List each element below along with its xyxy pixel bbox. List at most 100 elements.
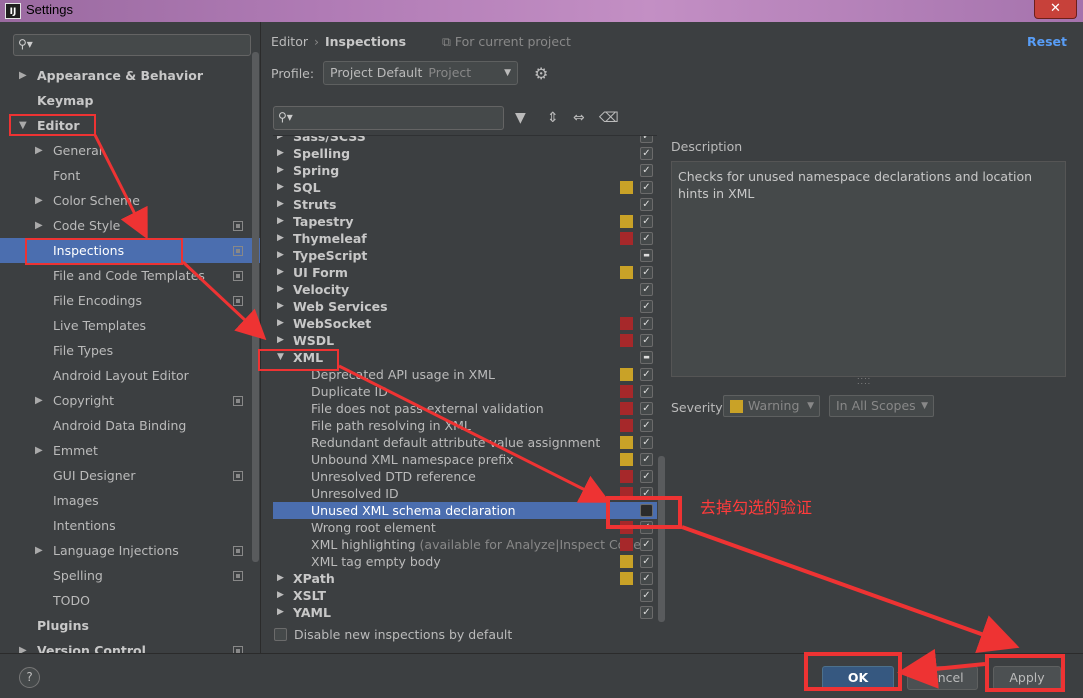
ok-button[interactable]: OK [822, 666, 894, 690]
chevron-right-icon[interactable]: ▶ [277, 332, 284, 349]
sidebar-item-editor[interactable]: ▼ Editor [0, 113, 260, 138]
sidebar-item-file-and-code-templates[interactable]: File and Code Templates [0, 263, 260, 288]
sidebar-item-general[interactable]: ▶ General [0, 138, 260, 163]
inspection-search-input[interactable]: ⚲▾ [273, 106, 504, 130]
inspection-group-row[interactable]: ▶ Struts ✓ [273, 196, 657, 213]
chevron-right-icon[interactable]: ▶ [277, 247, 284, 264]
inspection-group-row[interactable]: ▶ Tapestry ✓ [273, 213, 657, 230]
inspection-group-row[interactable]: ▶ SQL ✓ [273, 179, 657, 196]
inspection-checkbox[interactable]: ▬ [640, 249, 653, 262]
sidebar-item-live-templates[interactable]: Live Templates [0, 313, 260, 338]
inspection-group-row[interactable]: ▶ WebSocket ✓ [273, 315, 657, 332]
inspection-checkbox[interactable] [640, 504, 653, 517]
sidebar-item-keymap[interactable]: Keymap [0, 88, 260, 113]
sidebar-item-todo[interactable]: TODO [0, 588, 260, 613]
inspection-row[interactable]: Unresolved ID ✓ [273, 485, 657, 502]
inspection-checkbox[interactable]: ✓ [640, 402, 653, 415]
inspection-checkbox[interactable]: ✓ [640, 436, 653, 449]
inspection-group-row[interactable]: ▶ YAML ✓ [273, 604, 657, 621]
chevron-right-icon[interactable]: ▶ [277, 230, 284, 247]
inspection-group-row[interactable]: ▶ XPath ✓ [273, 570, 657, 587]
chevron-right-icon[interactable]: ▶ [277, 264, 284, 281]
inspection-checkbox[interactable]: ✓ [640, 136, 653, 143]
tree-scrollbar[interactable] [658, 456, 665, 622]
inspection-group-row[interactable]: ▶ Sass/SCSS ✓ [273, 136, 657, 145]
inspection-row[interactable]: Wrong root element ✓ [273, 519, 657, 536]
chevron-right-icon[interactable]: ▶ [277, 604, 284, 621]
sidebar-item-color-scheme[interactable]: ▶ Color Scheme [0, 188, 260, 213]
chevron-right-icon[interactable]: ▶ [277, 162, 284, 179]
inspection-row[interactable]: XML tag empty body ✓ [273, 553, 657, 570]
sidebar-search-input[interactable]: ⚲▾ [13, 34, 251, 56]
sidebar-item-android-layout-editor[interactable]: Android Layout Editor [0, 363, 260, 388]
chevron-right-icon[interactable]: ▶ [35, 188, 43, 213]
apply-button[interactable]: Apply [993, 666, 1061, 690]
inspection-checkbox[interactable]: ✓ [640, 453, 653, 466]
sidebar-item-gui-designer[interactable]: GUI Designer [0, 463, 260, 488]
chevron-right-icon[interactable]: ▶ [277, 136, 284, 145]
chevron-down-icon[interactable]: ▼ [19, 113, 27, 138]
inspection-checkbox[interactable]: ✓ [640, 606, 653, 619]
inspection-group-row[interactable]: ▶ UI Form ✓ [273, 264, 657, 281]
chevron-right-icon[interactable]: ▶ [19, 638, 27, 653]
chevron-right-icon[interactable]: ▶ [277, 315, 284, 332]
sidebar-scrollbar[interactable] [252, 52, 259, 562]
sidebar-item-copyright[interactable]: ▶ Copyright [0, 388, 260, 413]
breadcrumb-parent[interactable]: Editor [271, 34, 308, 49]
inspection-checkbox[interactable]: ✓ [640, 147, 653, 160]
sidebar-item-file-encodings[interactable]: File Encodings [0, 288, 260, 313]
chevron-right-icon[interactable]: ▶ [277, 298, 284, 315]
sidebar-item-inspections[interactable]: Inspections [0, 238, 260, 263]
inspection-checkbox[interactable]: ✓ [640, 470, 653, 483]
disable-new-checkbox[interactable] [274, 628, 287, 641]
inspection-checkbox[interactable]: ✓ [640, 334, 653, 347]
inspection-row[interactable]: Unused XML schema declaration [273, 502, 657, 519]
chevron-right-icon[interactable]: ▶ [277, 196, 284, 213]
gear-icon[interactable]: ⚙ [534, 64, 548, 83]
resize-grip[interactable]: ⁚⁚⁚⁚ [857, 377, 871, 386]
inspection-group-row[interactable]: ▶ Web Services ✓ [273, 298, 657, 315]
chevron-right-icon[interactable]: ▶ [35, 388, 43, 413]
chevron-right-icon[interactable]: ▶ [277, 281, 284, 298]
chevron-right-icon[interactable]: ▶ [35, 538, 43, 563]
inspection-row[interactable]: Deprecated API usage in XML ✓ [273, 366, 657, 383]
inspection-group-row[interactable]: ▶ Thymeleaf ✓ [273, 230, 657, 247]
inspection-checkbox[interactable]: ✓ [640, 181, 653, 194]
inspection-checkbox[interactable]: ✓ [640, 266, 653, 279]
scope-select[interactable]: In All Scopes ▼ [829, 395, 934, 417]
chevron-right-icon[interactable]: ▶ [35, 213, 43, 238]
inspection-group-row[interactable]: ▶ WSDL ✓ [273, 332, 657, 349]
filter-icon[interactable]: ▼ [515, 110, 526, 126]
inspection-row[interactable]: Unresolved DTD reference ✓ [273, 468, 657, 485]
sidebar-item-appearance-behavior[interactable]: ▶ Appearance & Behavior [0, 63, 260, 88]
inspection-checkbox[interactable]: ✓ [640, 232, 653, 245]
chevron-right-icon[interactable]: ▶ [277, 213, 284, 230]
inspection-checkbox[interactable]: ✓ [640, 572, 653, 585]
collapse-all-icon[interactable]: ⇔ [573, 110, 585, 126]
sidebar-item-font[interactable]: Font [0, 163, 260, 188]
inspection-checkbox[interactable]: ▬ [640, 351, 653, 364]
inspection-checkbox[interactable]: ✓ [640, 487, 653, 500]
profile-select[interactable]: Project Default Project ▼ [323, 61, 518, 85]
inspection-checkbox[interactable]: ✓ [640, 555, 653, 568]
chevron-down-icon[interactable]: ▼ [277, 349, 284, 366]
inspection-row[interactable]: File does not pass external validation ✓ [273, 400, 657, 417]
inspection-checkbox[interactable]: ✓ [640, 368, 653, 381]
chevron-right-icon[interactable]: ▶ [35, 138, 43, 163]
reset-link[interactable]: Reset [1027, 34, 1067, 49]
sidebar-item-plugins[interactable]: Plugins [0, 613, 260, 638]
inspection-group-row[interactable]: ▶ Spring ✓ [273, 162, 657, 179]
inspection-row[interactable]: Unbound XML namespace prefix ✓ [273, 451, 657, 468]
chevron-right-icon[interactable]: ▶ [277, 179, 284, 196]
inspection-row[interactable]: Duplicate ID ✓ [273, 383, 657, 400]
cancel-button[interactable]: Cancel [907, 666, 978, 690]
severity-select[interactable]: Warning ▼ [723, 395, 820, 417]
inspection-checkbox[interactable]: ✓ [640, 300, 653, 313]
expand-all-icon[interactable]: ⇕ [547, 110, 559, 126]
inspection-group-row[interactable]: ▶ XSLT ✓ [273, 587, 657, 604]
inspection-row[interactable]: File path resolving in XML ✓ [273, 417, 657, 434]
inspection-checkbox[interactable]: ✓ [640, 283, 653, 296]
inspection-group-row[interactable]: ▶ Spelling ✓ [273, 145, 657, 162]
chevron-right-icon[interactable]: ▶ [19, 63, 27, 88]
inspection-row[interactable]: Redundant default attribute value assign… [273, 434, 657, 451]
